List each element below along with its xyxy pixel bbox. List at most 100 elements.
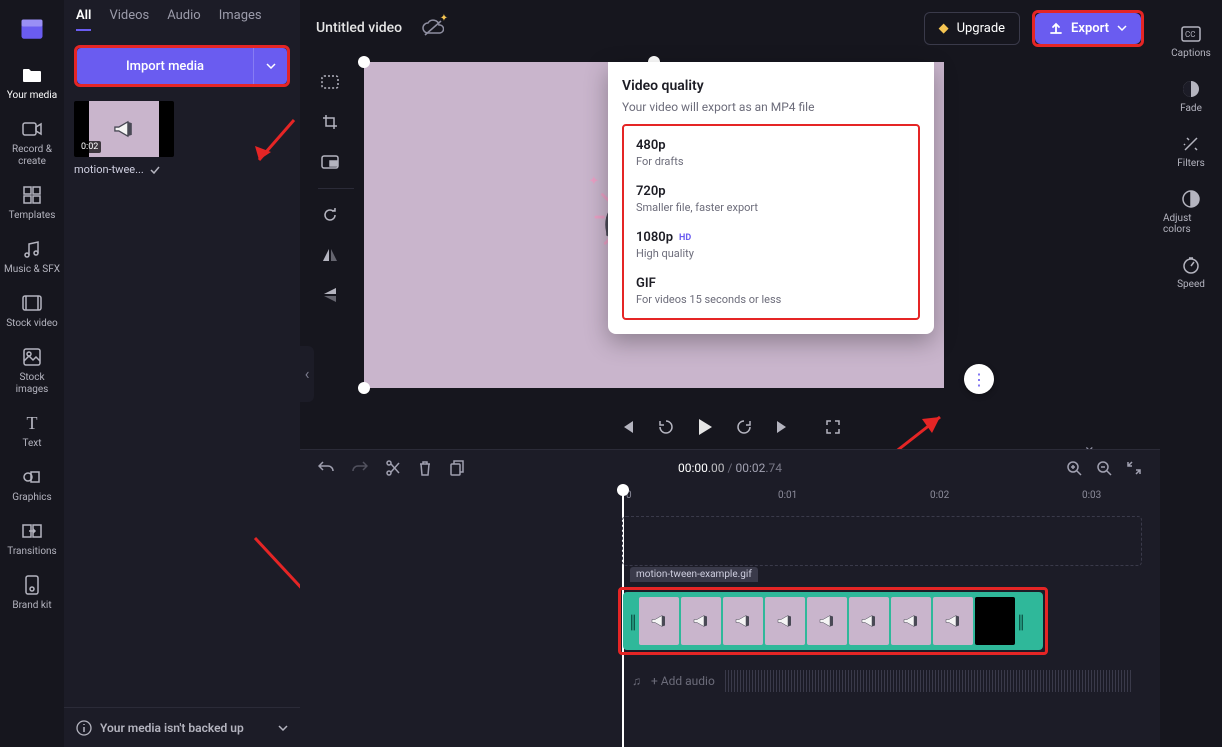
nav-templates[interactable]: Templates — [2, 176, 62, 230]
flip-v-icon[interactable] — [314, 279, 346, 311]
highlight-clip: ∥ ∥ — [618, 587, 1048, 655]
highlight-import: Import media — [74, 45, 290, 87]
duplicate-icon[interactable] — [450, 460, 465, 476]
backup-warning[interactable]: Your media isn't backed up — [64, 707, 300, 747]
upload-icon — [1049, 21, 1063, 35]
rs-captions[interactable]: CCCaptions — [1163, 14, 1219, 69]
app-logo — [18, 16, 46, 44]
cloud-sync-icon[interactable]: ✦ — [422, 19, 444, 37]
tab-images[interactable]: Images — [219, 8, 262, 31]
left-sidebar: Your media Record & create Templates Mus… — [0, 0, 64, 747]
rs-adjust-colors[interactable]: Adjust colors — [1163, 179, 1219, 245]
quality-480p[interactable]: 480pFor drafts — [624, 130, 918, 176]
resize-handle[interactable] — [358, 382, 370, 394]
check-icon — [150, 166, 160, 174]
media-thumbnail[interactable]: 0:02 — [74, 101, 174, 157]
fit-icon[interactable] — [314, 66, 346, 98]
rs-filters[interactable]: Filters — [1163, 124, 1219, 179]
timeline-ruler[interactable]: 0 0:01 0:02 0:03 0:04 0:05 — [300, 490, 1160, 510]
clip-handle-left[interactable]: ∥ — [629, 594, 637, 648]
rs-fade[interactable]: Fade — [1163, 69, 1219, 124]
thumb-name: motion-twee... — [74, 163, 144, 176]
project-title[interactable]: Untitled video — [316, 20, 402, 36]
nav-label: Transitions — [7, 546, 56, 558]
svg-text:✦: ✦ — [588, 174, 599, 189]
tab-audio[interactable]: Audio — [167, 8, 200, 31]
audio-track[interactable]: ♫ + Add audio — [622, 661, 1142, 701]
info-icon — [76, 720, 92, 736]
resize-handle[interactable] — [358, 56, 370, 68]
split-icon[interactable] — [386, 460, 400, 476]
skip-end-icon[interactable] — [775, 419, 791, 435]
undo-icon[interactable] — [318, 460, 334, 476]
rotate-icon[interactable] — [314, 199, 346, 231]
nav-transitions[interactable]: Transitions — [2, 512, 62, 566]
popup-subtext: Your video will export as an MP4 file — [622, 100, 920, 114]
canvas-tools — [314, 66, 358, 311]
quality-720p[interactable]: 720pSmaller file, faster export — [624, 176, 918, 222]
nav-music-sfx[interactable]: Music & SFX — [2, 230, 62, 284]
music-icon: ♫ — [632, 674, 641, 688]
skip-start-icon[interactable] — [619, 419, 635, 435]
right-sidebar: CCCaptions Fade Filters Adjust colors Sp… — [1160, 0, 1222, 747]
play-icon[interactable] — [697, 418, 713, 436]
svg-text:CC: CC — [1185, 30, 1195, 39]
text-track-placeholder[interactable] — [622, 516, 1142, 566]
rs-speed[interactable]: Speed — [1163, 245, 1219, 300]
chevron-down-icon — [1117, 25, 1127, 31]
diamond-icon: ◆ — [939, 21, 949, 36]
nav-brand-kit[interactable]: Brand kit — [2, 566, 62, 620]
nav-record-create[interactable]: Record & create — [2, 110, 62, 176]
highlight-export: Export — [1032, 10, 1144, 47]
import-media-button[interactable]: Import media — [77, 48, 287, 84]
nav-stock-video[interactable]: Stock video — [2, 284, 62, 338]
waveform — [725, 670, 1132, 692]
flip-h-icon[interactable] — [314, 239, 346, 271]
thumb-duration: 0:02 — [78, 141, 101, 153]
redo-icon[interactable] — [352, 460, 368, 476]
upgrade-button[interactable]: ◆ Upgrade — [924, 12, 1020, 45]
zoom-out-icon[interactable] — [1096, 460, 1112, 476]
fullscreen-icon[interactable] — [825, 419, 841, 435]
nav-label: Music & SFX — [4, 264, 60, 276]
video-clip[interactable]: ∥ ∥ — [623, 592, 1043, 650]
timeline-toolbar: 00:00.00 / 00:02.74 — [300, 450, 1160, 486]
crop-icon[interactable] — [314, 106, 346, 138]
nav-label: Text — [22, 438, 41, 450]
quality-gif[interactable]: GIFFor videos 15 seconds or less — [624, 268, 918, 314]
tab-all[interactable]: All — [76, 8, 91, 31]
nav-label: Graphics — [12, 492, 51, 504]
zoom-in-icon[interactable] — [1066, 460, 1082, 476]
backup-text: Your media isn't backed up — [100, 721, 244, 735]
export-quality-popup: Video quality Your video will export as … — [608, 62, 934, 334]
pip-icon[interactable] — [314, 146, 346, 178]
nav-label: Record & create — [2, 144, 62, 168]
rewind-icon[interactable] — [657, 418, 675, 436]
audio-placeholder: + Add audio — [651, 674, 715, 688]
export-button[interactable]: Export — [1035, 13, 1141, 44]
clip-filename: motion-tween-example.gif — [630, 567, 758, 582]
panel-collapse[interactable]: ‹ — [300, 346, 314, 402]
canvas-wrapper: ✦ ✦ Video quality Your video will export… — [364, 62, 944, 388]
chevron-down-icon — [278, 725, 288, 731]
popup-heading: Video quality — [622, 78, 920, 94]
preview-more-button[interactable]: ⋮ — [964, 364, 994, 394]
nav-your-media[interactable]: Your media — [2, 56, 62, 110]
nav-label: Brand kit — [12, 600, 51, 612]
quality-1080p[interactable]: 1080pHDHigh quality — [624, 222, 918, 268]
nav-label: Your media — [7, 90, 57, 102]
nav-label: Stock video — [6, 318, 58, 330]
delete-icon[interactable] — [418, 460, 432, 476]
fit-timeline-icon[interactable] — [1126, 460, 1142, 476]
media-tabs: All Videos Audio Images — [64, 8, 300, 41]
export-label: Export — [1071, 21, 1109, 36]
tab-videos[interactable]: Videos — [109, 8, 149, 31]
clip-handle-right[interactable]: ∥ — [1017, 594, 1025, 648]
import-dropdown[interactable] — [253, 48, 287, 84]
nav-stock-images[interactable]: Stock images — [2, 338, 62, 404]
timeline: 00:00.00 / 00:02.74 0 0:01 0:02 0:03 0:0… — [300, 449, 1160, 747]
nav-text[interactable]: TText — [2, 404, 62, 458]
forward-icon[interactable] — [735, 418, 753, 436]
nav-graphics: Graphics — [2, 458, 62, 512]
nav-label: Templates — [9, 210, 56, 222]
